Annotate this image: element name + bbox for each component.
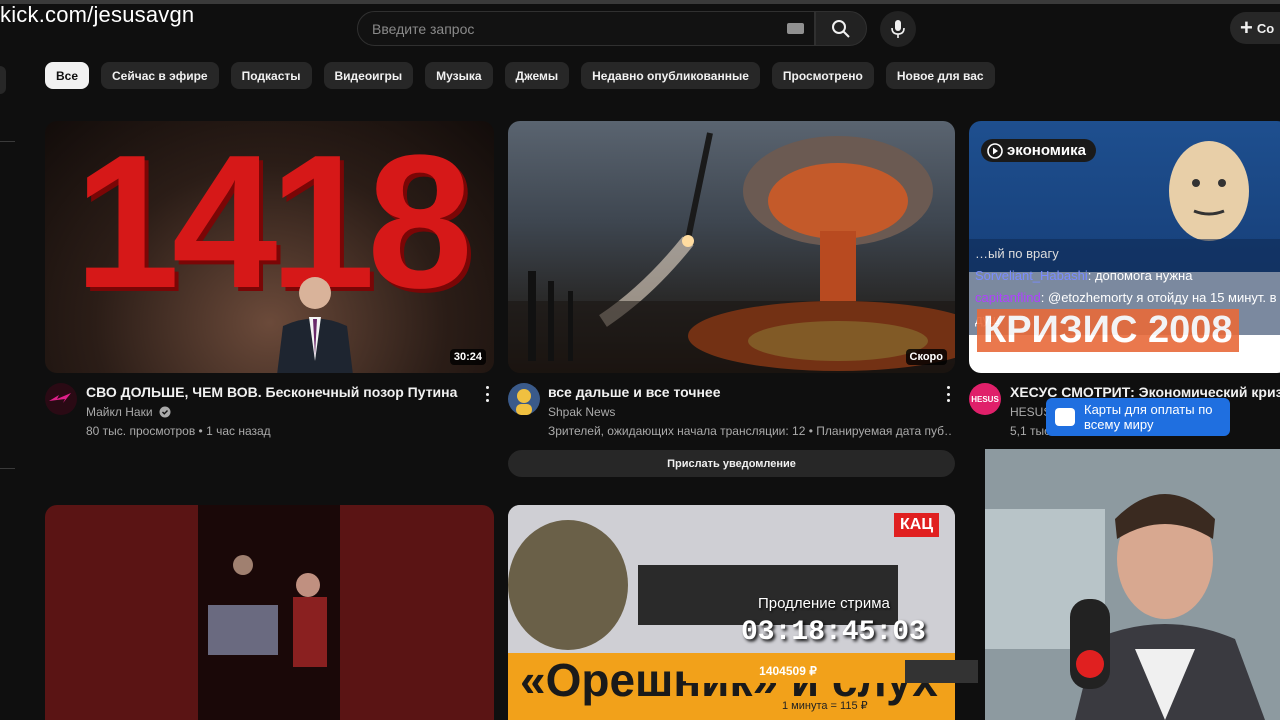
verified-icon xyxy=(159,406,171,418)
video-stats: 80 тыс. просмотров • 1 час назад xyxy=(86,424,271,438)
filter-chips: Все Сейчас в эфире Подкасты Видеоигры Му… xyxy=(45,62,995,89)
people-artwork xyxy=(208,555,327,667)
channel-name[interactable]: Майкл Наки xyxy=(86,405,171,419)
webcam-scene xyxy=(985,449,1280,720)
payment-cards-banner[interactable]: Карты для оплаты по всему миру xyxy=(1046,398,1230,436)
donation-progress: 1404509 ₽ xyxy=(686,660,978,683)
donation-rate: 1 минута = 115 ₽ xyxy=(782,700,868,712)
explosion-artwork xyxy=(508,132,955,373)
chat-username: capitanflind xyxy=(975,290,1041,305)
chip-live[interactable]: Сейчас в эфире xyxy=(101,62,219,89)
search-input[interactable] xyxy=(372,20,772,37)
stream-url-overlay: kick.com/jesusavgn xyxy=(0,2,195,27)
create-button[interactable]: + Со xyxy=(1230,12,1280,44)
video-thumbnail[interactable]: КАЦ «Орешник» и слухи от США xyxy=(508,505,955,720)
play-icon xyxy=(987,143,1003,159)
chip-gaming[interactable]: Видеоигры xyxy=(323,62,414,89)
video-title[interactable]: все дальше и все точнее xyxy=(548,384,720,400)
search-button[interactable] xyxy=(815,11,867,46)
video-title[interactable]: СВО ДОЛЬШЕ, ЧЕМ ВОВ. Бесконечный позор П… xyxy=(86,384,457,400)
category-badge-text: экономика xyxy=(1007,142,1086,159)
thumbnail-headline: КРИЗИС 2008 xyxy=(977,309,1239,352)
voice-search-button[interactable] xyxy=(880,11,916,47)
channel-name-text: Майкл Наки xyxy=(86,405,153,419)
chat-username: Sorveliant_Habashi xyxy=(975,268,1088,283)
more-options-icon[interactable] xyxy=(482,384,492,404)
video-duration: 30:24 xyxy=(449,349,486,365)
chat-text: : допомога нужна xyxy=(1087,268,1193,283)
plus-icon: + xyxy=(1240,15,1253,40)
chip-new-to-you[interactable]: Новое для вас xyxy=(885,62,995,89)
chip-podcasts[interactable]: Подкасты xyxy=(230,62,312,89)
streamer-webcam xyxy=(985,449,1280,720)
chip-music[interactable]: Музыка xyxy=(425,62,493,89)
video-thumbnail[interactable]: экономика …ый по врагу Sorveliant_Habash… xyxy=(969,121,1280,373)
video-status-badge: Скоро xyxy=(905,349,947,365)
search-icon xyxy=(832,19,850,38)
channel-person-icon xyxy=(516,389,532,415)
chips-scroll-left[interactable] xyxy=(0,66,6,94)
rail-divider xyxy=(0,141,15,142)
video-stats: Зрителей, ожидающих начала трансляции: 1… xyxy=(548,424,952,438)
channel-avatar[interactable] xyxy=(45,383,77,415)
microphone-icon xyxy=(891,20,905,38)
chat-message: Sorveliant_Habashi: допомога нужна xyxy=(975,265,1280,287)
more-options-icon[interactable] xyxy=(943,384,953,404)
dark-scene xyxy=(198,505,340,720)
channel-badge: КАЦ xyxy=(894,513,940,537)
chip-mixes[interactable]: Джемы xyxy=(504,62,570,89)
chip-recently-uploaded[interactable]: Недавно опубликованные xyxy=(581,62,760,89)
chat-partial-line: …ый по врагу xyxy=(975,246,1059,261)
rail-divider xyxy=(0,468,15,469)
channel-avatar[interactable] xyxy=(508,383,540,415)
video-thumbnail[interactable] xyxy=(45,505,494,720)
video-thumbnail[interactable]: Скоро xyxy=(508,121,955,373)
cards-banner-text: Карты для оплаты по всему миру xyxy=(1084,402,1213,432)
channel-avatar[interactable]: HESUS xyxy=(969,383,1001,415)
keyboard-icon[interactable] xyxy=(787,23,804,34)
notify-button[interactable]: Прислать уведомление xyxy=(508,450,955,477)
person-figure xyxy=(277,277,353,373)
video-thumbnail[interactable]: 1418 30:24 xyxy=(45,121,494,373)
chip-watched[interactable]: Просмотрено xyxy=(771,62,874,89)
timer-label: Продление стрима xyxy=(758,595,890,612)
donation-amount: 1404509 ₽ xyxy=(759,664,817,678)
chip-all[interactable]: Все xyxy=(45,62,90,89)
search-box[interactable] xyxy=(357,11,815,46)
card-icon xyxy=(1055,408,1075,426)
timer-value: 03:18:45:03 xyxy=(741,617,926,648)
channel-logo-icon xyxy=(49,393,71,403)
channel-name[interactable]: Shpak News xyxy=(548,405,615,419)
create-label: Со xyxy=(1256,20,1275,36)
category-badge: экономика xyxy=(981,139,1096,162)
